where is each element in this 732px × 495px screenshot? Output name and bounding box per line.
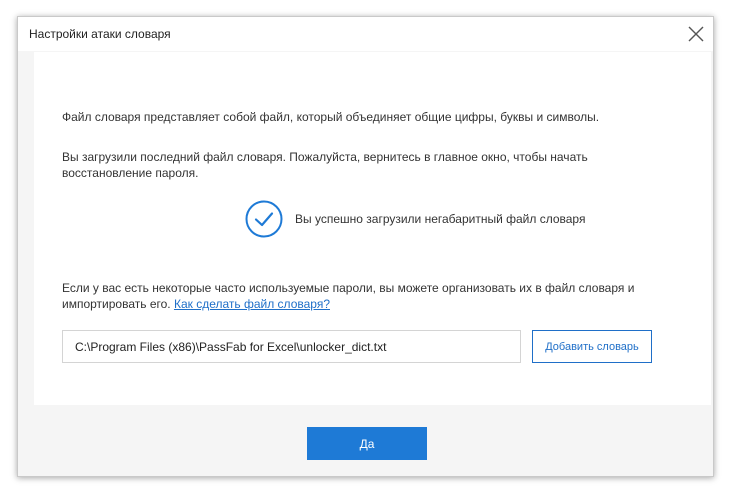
content-panel: Файл словаря представляет собой файл, ко…	[34, 52, 711, 405]
ok-button[interactable]: Да	[307, 427, 427, 460]
success-text: Вы успешно загрузили негабаритный файл с…	[295, 212, 586, 226]
how-to-make-dictionary-link[interactable]: Как сделать файл словаря?	[174, 297, 330, 311]
dictionary-description: Файл словаря представляет собой файл, ко…	[62, 110, 600, 124]
dialog-title: Настройки атаки словаря	[29, 27, 171, 41]
close-button[interactable]	[683, 21, 709, 47]
check-circle-icon	[245, 200, 283, 238]
dictionary-path-field[interactable]	[62, 330, 521, 363]
add-dictionary-button[interactable]: Добавить словарь	[532, 330, 652, 363]
import-hint: Если у вас есть некоторые часто использу…	[62, 280, 682, 312]
import-hint-text: Если у вас есть некоторые часто использу…	[62, 281, 635, 311]
loaded-notice: Вы загрузили последний файл словаря. Пож…	[62, 150, 588, 180]
dictionary-attack-dialog: Настройки атаки словаря Файл словаря пре…	[17, 16, 714, 477]
success-message: Вы успешно загрузили негабаритный файл с…	[245, 200, 585, 238]
close-icon	[688, 26, 704, 42]
title-bar: Настройки атаки словаря	[18, 17, 713, 51]
